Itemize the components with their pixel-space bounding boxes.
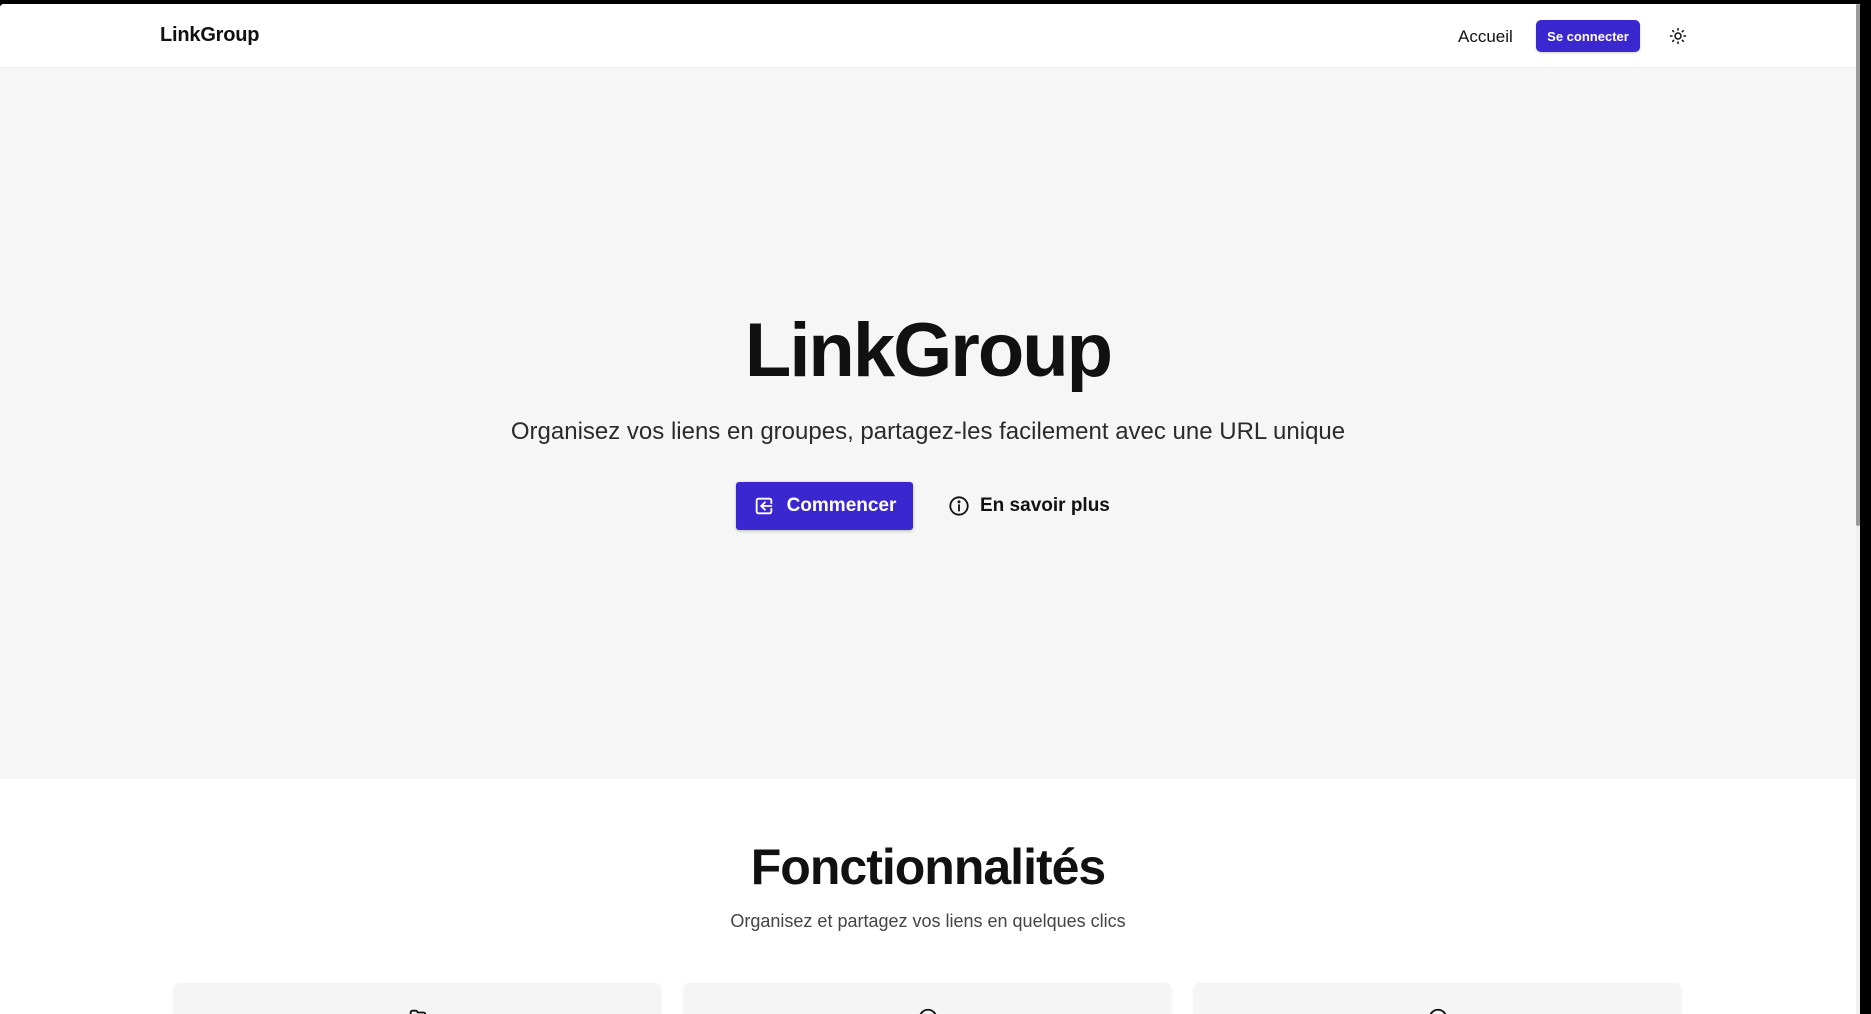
learn-more-button[interactable]: En savoir plus <box>948 482 1110 530</box>
login-icon <box>755 497 772 515</box>
learn-more-label: En savoir plus <box>980 495 1110 516</box>
top-navbar: LinkGroup Accueil Se connecter <box>0 4 1856 68</box>
info-icon <box>949 496 969 516</box>
link-icon <box>919 1008 936 1014</box>
start-button-label: Commencer <box>786 495 897 516</box>
feature-card <box>1194 983 1681 1014</box>
hero-section: LinkGroup Organisez vos liens en groupes… <box>0 68 1856 779</box>
brand-logo[interactable]: LinkGroup <box>160 24 260 47</box>
start-button[interactable]: Commencer <box>736 482 913 530</box>
feature-card <box>174 983 661 1014</box>
features-title: Fonctionnalités <box>750 839 1106 895</box>
sun-icon <box>1669 27 1687 45</box>
browser-window: LinkGroup Accueil Se connecter LinkGroup <box>0 4 1860 1014</box>
share-icon <box>1429 1008 1446 1014</box>
theme-toggle-button[interactable] <box>1668 26 1688 46</box>
folder-icon <box>409 1009 426 1014</box>
nav-link-home[interactable]: Accueil <box>1458 27 1513 47</box>
feature-card <box>684 983 1171 1014</box>
hero-subtitle: Organisez vos liens en groupes, partagez… <box>510 418 1346 445</box>
features-subtitle: Organisez et partagez vos liens en quelq… <box>730 911 1126 931</box>
hero-title: LinkGroup <box>744 308 1113 393</box>
scrollbar[interactable] <box>1856 4 1860 1014</box>
page: LinkGroup Accueil Se connecter LinkGroup <box>0 4 1856 1014</box>
scrollbar-thumb[interactable] <box>1856 4 1860 526</box>
login-button[interactable]: Se connecter <box>1536 20 1640 52</box>
